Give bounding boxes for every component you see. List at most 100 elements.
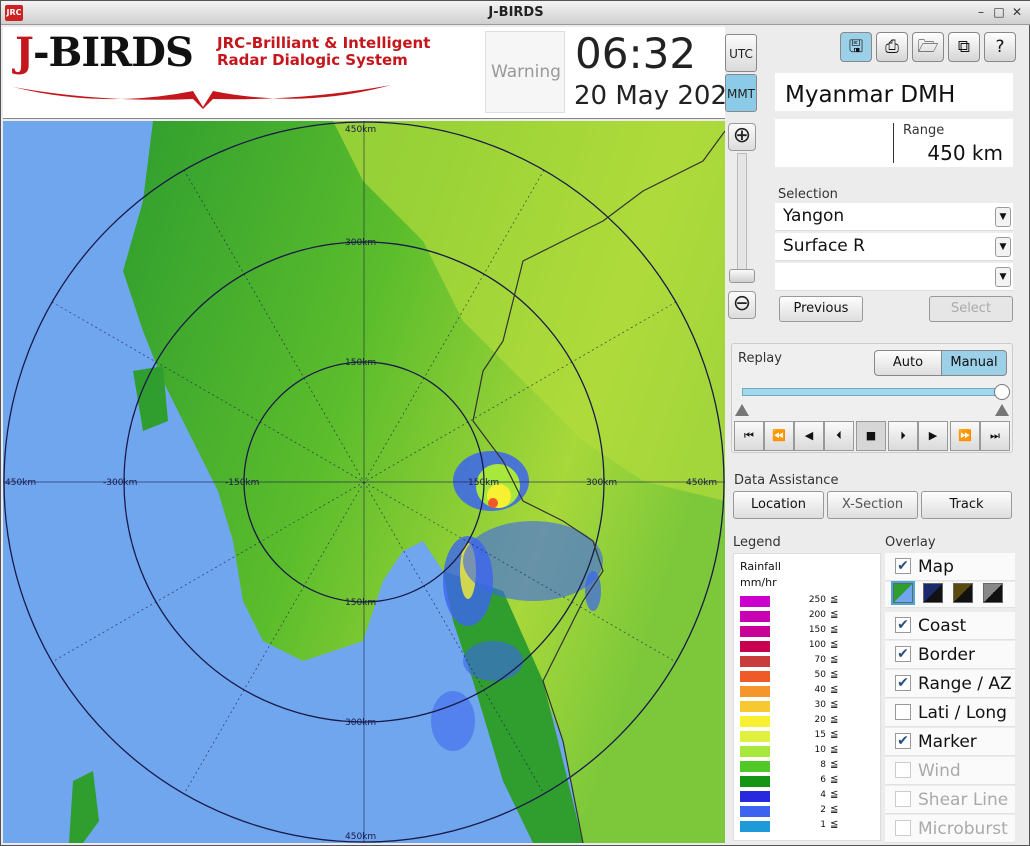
- overlay-item-microburst[interactable]: Microburst: [885, 815, 1015, 843]
- map-style-swatch[interactable]: [953, 583, 973, 603]
- overlay-item-range-az[interactable]: ✔ Range / AZ: [885, 670, 1015, 698]
- first-frame-icon[interactable]: ⏮: [734, 421, 764, 451]
- checkbox[interactable]: [895, 820, 911, 836]
- zoom-track[interactable]: [737, 153, 747, 283]
- frame-back-icon[interactable]: ⏴: [824, 421, 854, 451]
- checkbox[interactable]: ✔: [895, 558, 911, 574]
- auto-mode-button[interactable]: Auto: [874, 350, 942, 376]
- fast-forward-icon[interactable]: ⏩: [950, 421, 980, 451]
- legend-le-symbol: ≦: [830, 774, 839, 785]
- chevron-down-icon[interactable]: ▼: [995, 267, 1011, 287]
- legend-value: 30: [814, 700, 826, 710]
- overlay-label: Microburst: [918, 819, 1008, 839]
- warning-indicator[interactable]: Warning: [485, 31, 565, 113]
- legend-le-symbol: ≦: [830, 609, 839, 620]
- fast-rewind-icon[interactable]: ⏪: [764, 421, 794, 451]
- map-style-swatch[interactable]: [983, 583, 1003, 603]
- legend-le-symbol: ≦: [830, 669, 839, 680]
- map-style-swatch[interactable]: [923, 583, 943, 603]
- site-select[interactable]: Yangon ▼: [775, 203, 1013, 231]
- overlay-label: Border: [918, 645, 975, 665]
- help-icon[interactable]: ?: [984, 32, 1016, 62]
- zoom-slider-handle[interactable]: [729, 269, 755, 283]
- track-button[interactable]: Track: [921, 491, 1012, 519]
- checkbox[interactable]: ✔: [895, 646, 911, 662]
- legend-row: 150 ≦: [740, 624, 870, 639]
- add-window-icon[interactable]: ⧉: [948, 32, 980, 62]
- save-icon[interactable]: 🖫: [840, 32, 872, 62]
- x-section-button[interactable]: X-Section: [827, 491, 918, 519]
- clock-time: 06:32: [575, 29, 697, 78]
- legend-value: 20: [814, 715, 826, 725]
- overlay-label: Range / AZ: [918, 674, 1012, 694]
- legend-swatch: [740, 641, 770, 652]
- manual-mode-button[interactable]: Manual: [941, 350, 1007, 376]
- map-style-picker: [885, 581, 1015, 608]
- chevron-down-icon[interactable]: ▼: [995, 237, 1011, 257]
- zoom-in-icon[interactable]: ⊕: [728, 123, 756, 151]
- logo-title: J-BIRDS: [15, 29, 194, 76]
- overlay-label: Coast: [918, 616, 967, 636]
- maximize-icon[interactable]: □: [991, 4, 1007, 20]
- legend-value: 40: [814, 685, 826, 695]
- legend-swatch: [740, 746, 770, 757]
- minimize-icon[interactable]: –: [973, 4, 989, 20]
- range-end-marker-icon[interactable]: [995, 404, 1009, 416]
- radar-display[interactable]: 450km 300km 150km 150km 300km 450km 450k…: [3, 121, 725, 843]
- overlay-item-map[interactable]: ✔ Map: [885, 553, 1015, 581]
- previous-button[interactable]: Previous: [779, 296, 863, 322]
- legend-row: 15 ≦: [740, 729, 870, 744]
- stop-icon[interactable]: ■: [856, 421, 886, 451]
- legend-value: 200: [808, 610, 826, 620]
- map-style-swatch[interactable]: [891, 581, 915, 605]
- select-button[interactable]: Select: [929, 296, 1013, 322]
- play-icon[interactable]: ▶: [918, 421, 948, 451]
- legend-row: 250 ≦: [740, 594, 870, 609]
- product-select[interactable]: Surface R ▼: [775, 233, 1013, 261]
- legend-swatch: [740, 806, 770, 817]
- location-button[interactable]: Location: [733, 491, 824, 519]
- overlay-item-coast[interactable]: ✔ Coast: [885, 612, 1015, 640]
- legend-swatch: [740, 791, 770, 802]
- close-icon[interactable]: ✕: [1009, 4, 1025, 20]
- legend-row: 8 ≦: [740, 759, 870, 774]
- selection-label: Selection: [778, 187, 838, 202]
- checkbox[interactable]: [895, 704, 911, 720]
- chevron-down-icon[interactable]: ▼: [995, 207, 1011, 227]
- open-folder-icon[interactable]: 🗁: [912, 32, 944, 62]
- replay-slider[interactable]: [742, 388, 1004, 396]
- overlay-item-wind[interactable]: Wind: [885, 757, 1015, 785]
- legend-le-symbol: ≦: [830, 624, 839, 635]
- step-back-icon[interactable]: ◀: [794, 421, 824, 451]
- overlay-item-shear-line[interactable]: Shear Line: [885, 786, 1015, 814]
- utc-button[interactable]: UTC: [725, 34, 757, 72]
- legend-row: 4 ≦: [740, 789, 870, 804]
- frame-forward-icon[interactable]: ⏵: [888, 421, 918, 451]
- legend-swatch: [740, 656, 770, 667]
- legend-row: 50 ≦: [740, 669, 870, 684]
- range-start-marker-icon[interactable]: [735, 404, 749, 416]
- overlay-item-lati-long[interactable]: Lati / Long: [885, 699, 1015, 727]
- checkbox[interactable]: [895, 762, 911, 778]
- print-icon[interactable]: ⎙: [876, 32, 908, 62]
- replay-slider-handle[interactable]: [994, 384, 1010, 400]
- legend-title: Legend: [733, 535, 781, 550]
- overlay-item-border[interactable]: ✔ Border: [885, 641, 1015, 669]
- legend-unit: mm/hr: [740, 576, 777, 589]
- ring-label: 450km: [345, 125, 376, 135]
- overlay-item-marker[interactable]: ✔ Marker: [885, 728, 1015, 756]
- radar-map[interactable]: 450km 300km 150km 150km 300km 450km 450k…: [3, 121, 725, 843]
- checkbox[interactable]: ✔: [895, 617, 911, 633]
- third-select[interactable]: ▼: [775, 263, 1013, 291]
- overlay-label: Wind: [918, 761, 961, 781]
- checkbox[interactable]: ✔: [895, 675, 911, 691]
- last-frame-icon[interactable]: ⏭: [980, 421, 1010, 451]
- mmt-button[interactable]: MMT: [725, 74, 757, 112]
- checkbox[interactable]: ✔: [895, 733, 911, 749]
- legend-swatch: [740, 671, 770, 682]
- axis-label: -300km: [103, 478, 137, 488]
- legend-swatch: [740, 761, 770, 772]
- zoom-out-icon[interactable]: ⊖: [728, 291, 756, 319]
- checkbox[interactable]: [895, 791, 911, 807]
- axis-label: -150km: [225, 478, 259, 488]
